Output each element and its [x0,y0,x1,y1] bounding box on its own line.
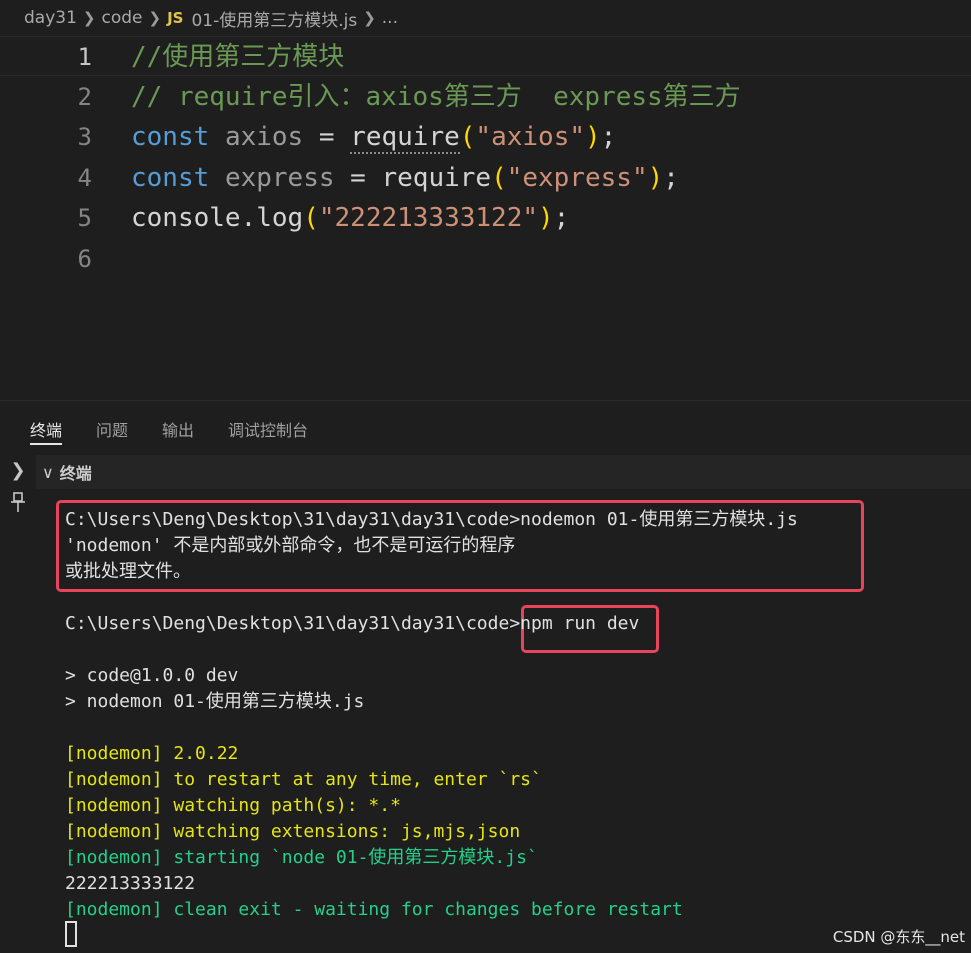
breadcrumb: day31 ❯ code ❯ JS 01-使用第三方模块.js ❯ ... [0,0,971,36]
code-token: // require引入：axios第三方 express第三方 [131,82,741,112]
terminal-line: 'nodemon' 不是内部或外部命令，也不是可运行的程序 [65,535,516,556]
code-token: ; [553,203,570,233]
breadcrumb-item-symbols[interactable]: ... [382,8,398,28]
terminal-line: C:\Users\Deng\Desktop\31\day31\day31\cod… [65,613,640,634]
code-text: console.log("222213333122"); [131,198,569,238]
code-token: ; [663,163,679,193]
terminal-section-title: 终端 [59,464,92,483]
code-editor[interactable]: 1 //使用第三方模块 2 // require引入：axios第三方 express… [0,36,971,400]
code-token: . [240,203,257,233]
code-token: "axios" [475,122,585,152]
panel-tab-bar: 终端 问题 输出 调试控制台 [0,401,971,455]
code-token: const [131,122,210,152]
code-token: ( [459,122,476,152]
pin-icon[interactable] [6,491,30,515]
code-token: ; [600,122,617,152]
code-token: ) [585,122,601,152]
js-file-icon: JS [167,9,184,27]
bottom-panel: 终端 问题 输出 调试控制台 ❯ ∨ 终端 C:\Users\Deng\Desk… [0,400,971,953]
chevron-right-icon: ❯ [82,9,96,27]
terminal-line: 222213333122 [65,873,196,894]
code-line[interactable]: 5 console.log("222213333122"); [0,198,971,238]
terminal-cursor [65,921,77,947]
code-token: = [303,122,351,152]
breadcrumb-item-file[interactable]: 01-使用第三方模块.js [191,6,357,31]
code-token: express [224,163,335,193]
tab-output[interactable]: 输出 [162,401,194,455]
terminal-line: C:\Users\Deng\Desktop\31\day31\day31\cod… [65,509,798,530]
terminal-section-header[interactable]: ∨ 终端 [36,455,971,489]
code-token: require [350,122,460,154]
code-token: require [381,163,492,193]
tab-debug-console[interactable]: 调试控制台 [228,401,308,455]
code-token: log [256,203,304,233]
code-text: // require引入：axios第三方 express第三方 [131,77,741,117]
terminal-line: [nodemon] watching path(s): *.* [65,795,401,816]
terminal-line: [nodemon] 2.0.22 [65,743,239,764]
chevron-right-icon: ❯ [148,9,162,27]
code-text: //使用第三方模块 [131,37,344,77]
chevron-right-icon[interactable]: ❯ [6,459,30,483]
code-text: const axios = require("axios"); [131,117,616,157]
tab-problems[interactable]: 问题 [96,401,128,455]
watermark: CSDN @东东__net [832,928,965,946]
terminal-line: [nodemon] to restart at any time, enter … [65,769,542,790]
code-token: = [334,163,382,193]
code-token: axios [224,122,304,152]
breadcrumb-item-day31[interactable]: day31 [24,8,77,28]
code-token: //使用第三方模块 [131,42,345,72]
terminal-output[interactable]: C:\Users\Deng\Desktop\31\day31\day31\cod… [36,489,971,953]
terminal-line: [nodemon] clean exit - waiting for chang… [65,899,683,920]
terminal-line: [nodemon] starting `node 01-使用第三方模块.js` [65,847,538,868]
terminal-line: > nodemon 01-使用第三方模块.js [65,691,365,712]
panel-side-toolbar: ❯ [0,455,36,953]
tab-terminal[interactable]: 终端 [30,401,63,455]
terminal-line: [nodemon] watching extensions: js,mjs,js… [65,821,521,842]
terminal-line: 或批处理文件。 [65,561,191,582]
code-line[interactable]: 1 //使用第三方模块 [0,36,971,76]
chevron-right-icon: ❯ [363,9,376,27]
chevron-down-icon[interactable]: ∨ [42,463,54,482]
code-token: console [131,203,241,233]
code-token: ) [647,163,664,193]
code-line[interactable]: 3 const axios = require("axios"); [0,117,971,157]
terminal-line: > code@1.0.0 dev [65,665,239,686]
code-token: const [131,163,210,193]
code-token: "express" [506,163,648,193]
line-number: 3 [77,123,92,151]
code-token: ( [491,163,507,193]
line-number: 2 [77,83,92,111]
code-text: const express = require("express"); [131,158,679,198]
line-number: 6 [77,245,92,273]
code-token: ( [303,203,319,233]
line-number: 5 [77,204,92,232]
code-token: ) [538,203,554,233]
line-number: 4 [77,164,92,192]
breadcrumb-item-code[interactable]: code [101,8,142,28]
code-line[interactable]: 2 // require引入：axios第三方 express第三方 [0,77,971,117]
code-line[interactable]: 4 const express = require("express"); [0,158,971,198]
code-line[interactable]: 6 [0,239,971,279]
code-token: "222213333122" [318,203,539,233]
line-number: 1 [77,43,92,71]
